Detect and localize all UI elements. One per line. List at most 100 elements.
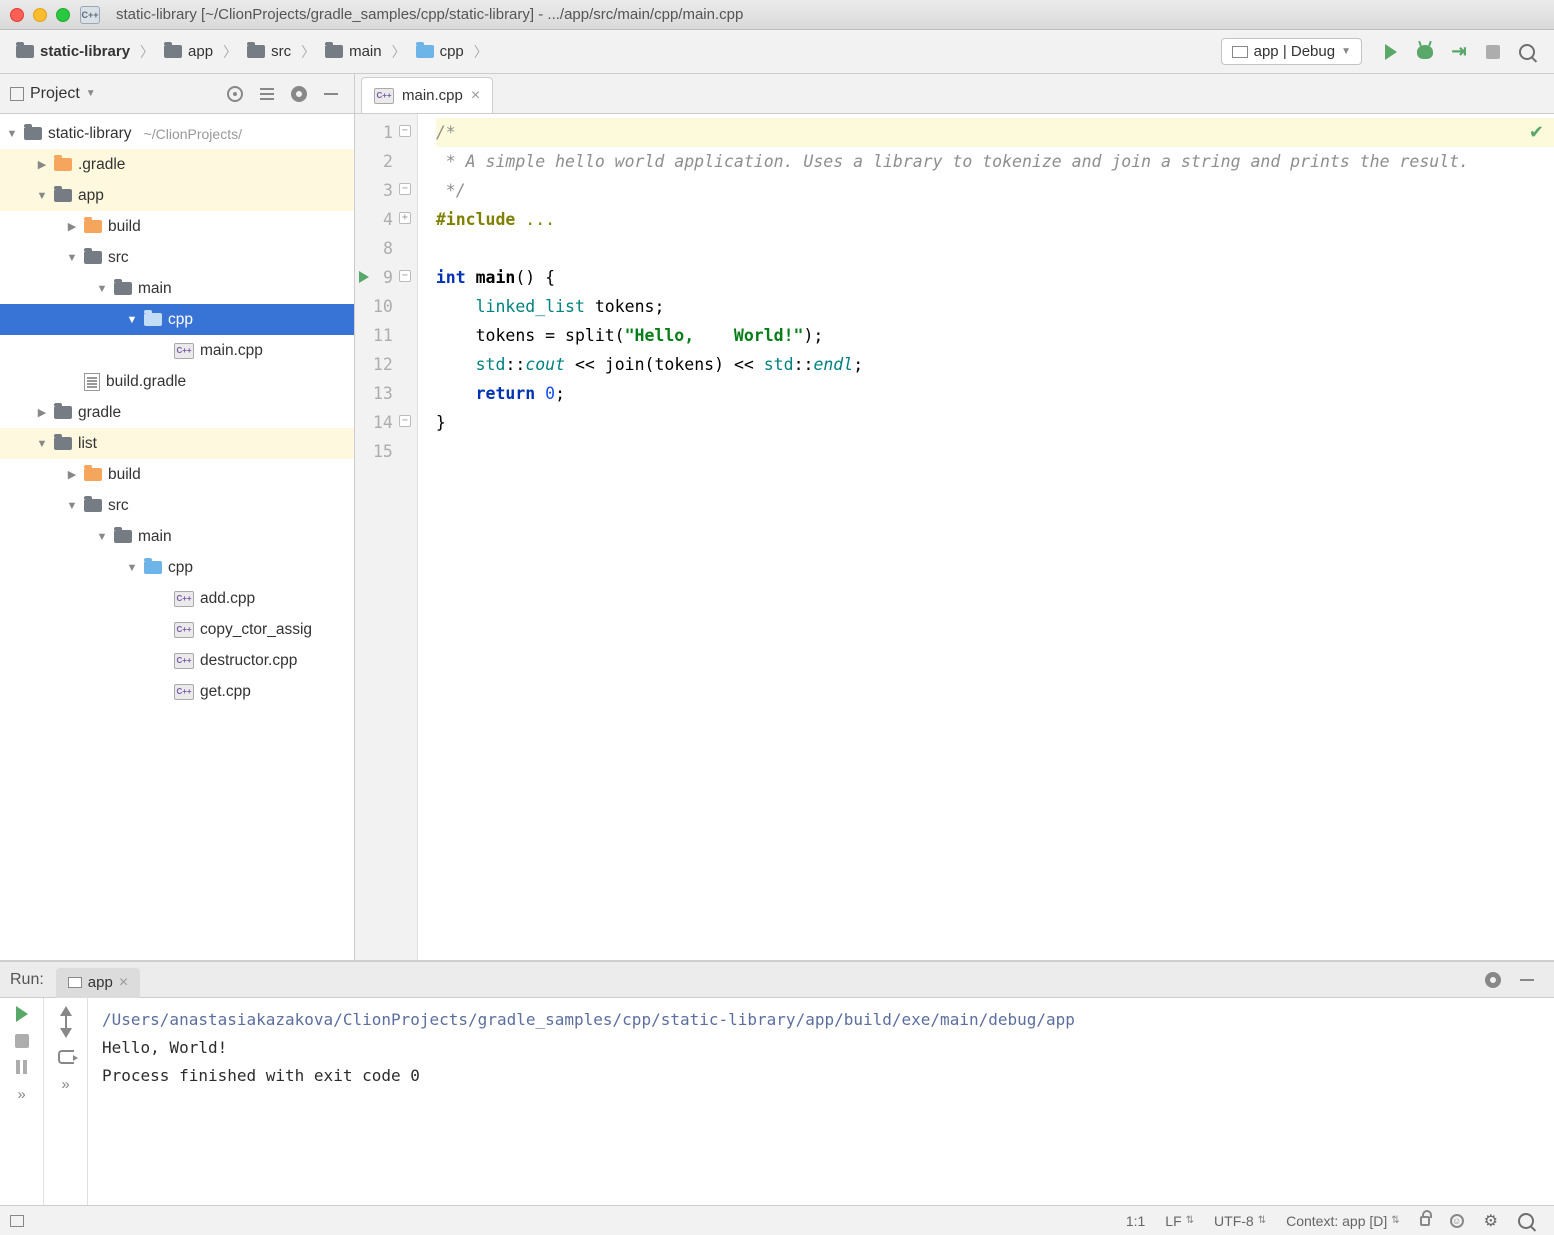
attach-button[interactable]: ⇥ — [1444, 37, 1474, 67]
tree-arrow[interactable]: ▼ — [126, 314, 138, 326]
close-tab-button[interactable]: × — [471, 87, 480, 105]
line-separator[interactable]: LF⇅ — [1165, 1213, 1194, 1229]
gutter-line[interactable]: 13 — [373, 379, 393, 408]
tree-arrow[interactable]: ▶ — [36, 158, 48, 171]
gutter-line[interactable]: 1− — [373, 118, 393, 147]
run-button[interactable] — [1376, 37, 1406, 67]
tree-node[interactable]: ▶.gradle — [0, 149, 354, 180]
gutter-line[interactable]: 14− — [373, 408, 393, 437]
code-editor[interactable]: 1−23−4+89−1011121314−15 /* * A simple he… — [355, 114, 1554, 960]
select-opened-file-button[interactable] — [222, 81, 248, 107]
console-output[interactable]: /Users/anastasiakazakova/ClionProjects/g… — [88, 998, 1554, 1205]
code-line[interactable]: */ — [436, 176, 1554, 205]
fold-marker[interactable]: − — [399, 125, 411, 137]
fold-marker[interactable]: − — [399, 183, 411, 195]
read-only-toggle[interactable] — [1420, 1216, 1430, 1226]
tree-arrow[interactable]: ▶ — [36, 406, 48, 419]
code-line[interactable] — [436, 437, 1554, 466]
gutter-line[interactable]: 9− — [373, 263, 393, 292]
hide-run-button[interactable] — [1512, 965, 1542, 995]
minimize-window-button[interactable] — [33, 8, 47, 22]
tree-node[interactable]: build.gradle — [0, 366, 354, 397]
scroll-down-button[interactable] — [60, 1028, 72, 1038]
breadcrumb-item[interactable]: app — [158, 40, 219, 63]
more-button-2[interactable]: » — [61, 1076, 69, 1093]
code-line[interactable]: int main() { — [436, 263, 1554, 292]
breadcrumb-item[interactable]: cpp — [410, 40, 470, 63]
fold-marker[interactable]: + — [399, 212, 411, 224]
gutter-line[interactable]: 10 — [373, 292, 393, 321]
tree-arrow[interactable]: ▼ — [96, 531, 108, 543]
tree-node[interactable]: ▶gradle — [0, 397, 354, 428]
code-line[interactable]: std::cout << join(tokens) << std::endl; — [436, 350, 1554, 379]
tree-node[interactable]: ▼main — [0, 273, 354, 304]
tree-node[interactable]: C++main.cpp — [0, 335, 354, 366]
breadcrumb-item[interactable]: static-library — [10, 40, 136, 63]
scroll-up-button[interactable] — [60, 1006, 72, 1016]
gutter-line[interactable]: 3− — [373, 176, 393, 205]
tree-node[interactable]: ▼app — [0, 180, 354, 211]
fold-marker[interactable]: − — [399, 415, 411, 427]
pause-button[interactable] — [16, 1060, 28, 1074]
tree-node[interactable]: ▼cpp — [0, 552, 354, 583]
file-encoding[interactable]: UTF-8⇅ — [1214, 1213, 1266, 1229]
code-line[interactable]: return 0; — [436, 379, 1554, 408]
tree-node[interactable]: ▶build — [0, 211, 354, 242]
code-line[interactable]: * A simple hello world application. Uses… — [436, 147, 1554, 176]
search-button[interactable] — [1518, 1213, 1534, 1229]
gutter[interactable]: 1−23−4+89−1011121314−15 — [355, 114, 418, 960]
tree-arrow[interactable]: ▼ — [96, 283, 108, 295]
tree-node[interactable]: C++copy_ctor_assig — [0, 614, 354, 645]
gutter-line[interactable]: 4+ — [373, 205, 393, 234]
gutter-line[interactable]: 15 — [373, 437, 393, 466]
fold-marker[interactable]: − — [399, 270, 411, 282]
project-tree[interactable]: ▼static-library~/ClionProjects/▶.gradle▼… — [0, 114, 354, 960]
code-line[interactable] — [436, 234, 1554, 263]
code-content[interactable]: /* * A simple hello world application. U… — [418, 114, 1554, 960]
collapse-all-button[interactable] — [254, 81, 280, 107]
search-everywhere-button[interactable] — [1512, 37, 1542, 67]
stop-run-button[interactable] — [15, 1034, 29, 1048]
tree-node[interactable]: ▼main — [0, 521, 354, 552]
hide-button[interactable] — [318, 81, 344, 107]
code-line[interactable]: #include ... — [436, 205, 1554, 234]
tree-arrow[interactable]: ▼ — [66, 252, 78, 264]
tree-node[interactable]: C++add.cpp — [0, 583, 354, 614]
more-button[interactable]: » — [17, 1086, 25, 1103]
breadcrumb-item[interactable]: src — [241, 40, 297, 63]
rerun-button[interactable] — [16, 1006, 28, 1022]
memory-indicator[interactable]: ⚙ — [1484, 1211, 1498, 1231]
inspector-button[interactable]: ☺ — [1450, 1214, 1464, 1228]
tree-node[interactable]: ▶build — [0, 459, 354, 490]
gutter-run-icon[interactable] — [359, 271, 369, 283]
tool-windows-button[interactable] — [10, 1215, 24, 1227]
context[interactable]: Context: app [D]⇅ — [1286, 1213, 1400, 1229]
tree-arrow[interactable]: ▼ — [6, 128, 18, 140]
run-configuration-select[interactable]: app | Debug ▼ — [1221, 38, 1362, 65]
sidebar-title[interactable]: Project ▼ — [10, 85, 222, 103]
tree-node[interactable]: ▼list — [0, 428, 354, 459]
tree-node[interactable]: C++destructor.cpp — [0, 645, 354, 676]
tree-node[interactable]: ▼static-library~/ClionProjects/ — [0, 118, 354, 149]
stop-button[interactable] — [1478, 37, 1508, 67]
tree-arrow[interactable]: ▼ — [66, 500, 78, 512]
caret-position[interactable]: 1:1 — [1126, 1213, 1145, 1229]
code-line[interactable]: linked_list tokens; — [436, 292, 1554, 321]
run-settings-button[interactable] — [1478, 965, 1508, 995]
tree-arrow[interactable]: ▶ — [66, 220, 78, 233]
tree-arrow[interactable]: ▶ — [66, 468, 78, 481]
tree-node[interactable]: C++get.cpp — [0, 676, 354, 707]
soft-wrap-button[interactable] — [58, 1050, 74, 1064]
gutter-line[interactable]: 8 — [373, 234, 393, 263]
tree-node[interactable]: ▼src — [0, 490, 354, 521]
breadcrumb-item[interactable]: main — [319, 40, 388, 63]
tree-node[interactable]: ▼src — [0, 242, 354, 273]
close-tab-button[interactable]: × — [119, 974, 128, 992]
tree-node[interactable]: ▼cpp — [0, 304, 354, 335]
run-tab-app[interactable]: app × — [56, 968, 140, 998]
code-line[interactable]: tokens = split("Hello, World!"); — [436, 321, 1554, 350]
close-window-button[interactable] — [10, 8, 24, 22]
tree-arrow[interactable]: ▼ — [126, 562, 138, 574]
maximize-window-button[interactable] — [56, 8, 70, 22]
tree-arrow[interactable]: ▼ — [36, 190, 48, 202]
